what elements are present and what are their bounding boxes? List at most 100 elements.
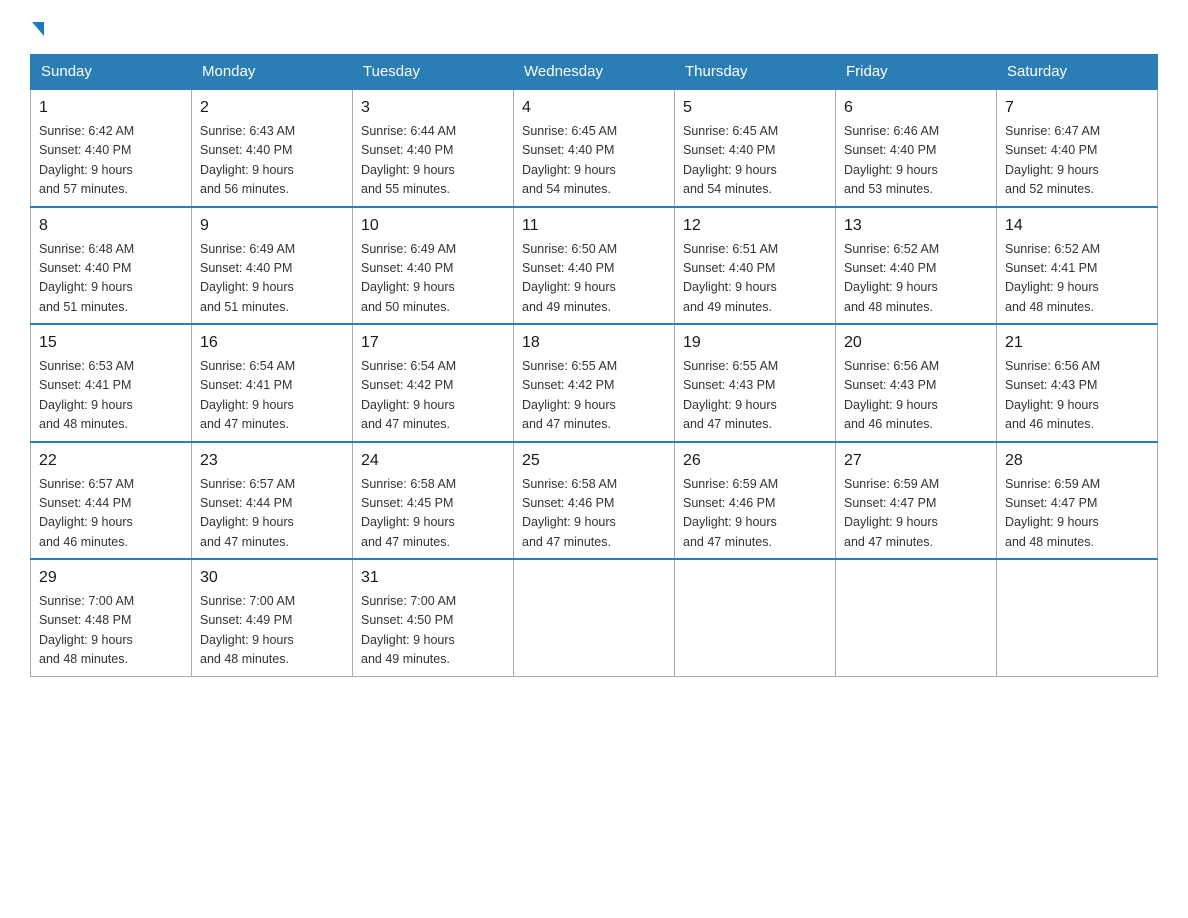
day-number: 16 <box>200 331 344 355</box>
day-info: Sunrise: 6:45 AMSunset: 4:40 PMDaylight:… <box>683 122 827 200</box>
calendar-empty-cell <box>836 559 997 676</box>
day-info: Sunrise: 6:54 AMSunset: 4:42 PMDaylight:… <box>361 357 505 435</box>
page-header <box>30 20 1158 34</box>
day-info: Sunrise: 6:51 AMSunset: 4:40 PMDaylight:… <box>683 240 827 318</box>
day-number: 30 <box>200 566 344 590</box>
day-info: Sunrise: 6:48 AMSunset: 4:40 PMDaylight:… <box>39 240 183 318</box>
day-info: Sunrise: 6:52 AMSunset: 4:41 PMDaylight:… <box>1005 240 1149 318</box>
calendar-week-4: 22Sunrise: 6:57 AMSunset: 4:44 PMDayligh… <box>31 442 1158 560</box>
day-number: 12 <box>683 214 827 238</box>
day-info: Sunrise: 6:59 AMSunset: 4:46 PMDaylight:… <box>683 475 827 553</box>
calendar-day-11: 11Sunrise: 6:50 AMSunset: 4:40 PMDayligh… <box>514 207 675 325</box>
day-info: Sunrise: 6:42 AMSunset: 4:40 PMDaylight:… <box>39 122 183 200</box>
day-number: 26 <box>683 449 827 473</box>
day-number: 3 <box>361 96 505 120</box>
day-info: Sunrise: 6:57 AMSunset: 4:44 PMDaylight:… <box>200 475 344 553</box>
day-info: Sunrise: 6:56 AMSunset: 4:43 PMDaylight:… <box>1005 357 1149 435</box>
calendar-table: SundayMondayTuesdayWednesdayThursdayFrid… <box>30 54 1158 677</box>
day-number: 14 <box>1005 214 1149 238</box>
day-number: 1 <box>39 96 183 120</box>
calendar-week-3: 15Sunrise: 6:53 AMSunset: 4:41 PMDayligh… <box>31 324 1158 442</box>
day-number: 31 <box>361 566 505 590</box>
calendar-day-2: 2Sunrise: 6:43 AMSunset: 4:40 PMDaylight… <box>192 89 353 207</box>
day-info: Sunrise: 6:50 AMSunset: 4:40 PMDaylight:… <box>522 240 666 318</box>
day-number: 5 <box>683 96 827 120</box>
calendar-day-5: 5Sunrise: 6:45 AMSunset: 4:40 PMDaylight… <box>675 89 836 207</box>
calendar-day-23: 23Sunrise: 6:57 AMSunset: 4:44 PMDayligh… <box>192 442 353 560</box>
calendar-header-friday: Friday <box>836 55 997 90</box>
calendar-day-18: 18Sunrise: 6:55 AMSunset: 4:42 PMDayligh… <box>514 324 675 442</box>
day-number: 4 <box>522 96 666 120</box>
calendar-day-17: 17Sunrise: 6:54 AMSunset: 4:42 PMDayligh… <box>353 324 514 442</box>
day-number: 22 <box>39 449 183 473</box>
day-info: Sunrise: 6:45 AMSunset: 4:40 PMDaylight:… <box>522 122 666 200</box>
calendar-empty-cell <box>997 559 1158 676</box>
calendar-header-wednesday: Wednesday <box>514 55 675 90</box>
day-number: 10 <box>361 214 505 238</box>
calendar-day-19: 19Sunrise: 6:55 AMSunset: 4:43 PMDayligh… <box>675 324 836 442</box>
calendar-day-29: 29Sunrise: 7:00 AMSunset: 4:48 PMDayligh… <box>31 559 192 676</box>
day-info: Sunrise: 6:52 AMSunset: 4:40 PMDaylight:… <box>844 240 988 318</box>
day-number: 29 <box>39 566 183 590</box>
day-number: 8 <box>39 214 183 238</box>
calendar-day-31: 31Sunrise: 7:00 AMSunset: 4:50 PMDayligh… <box>353 559 514 676</box>
day-info: Sunrise: 6:43 AMSunset: 4:40 PMDaylight:… <box>200 122 344 200</box>
day-number: 18 <box>522 331 666 355</box>
calendar-day-22: 22Sunrise: 6:57 AMSunset: 4:44 PMDayligh… <box>31 442 192 560</box>
day-number: 27 <box>844 449 988 473</box>
calendar-day-14: 14Sunrise: 6:52 AMSunset: 4:41 PMDayligh… <box>997 207 1158 325</box>
day-info: Sunrise: 6:55 AMSunset: 4:43 PMDaylight:… <box>683 357 827 435</box>
day-info: Sunrise: 6:54 AMSunset: 4:41 PMDaylight:… <box>200 357 344 435</box>
day-number: 19 <box>683 331 827 355</box>
day-number: 20 <box>844 331 988 355</box>
calendar-day-24: 24Sunrise: 6:58 AMSunset: 4:45 PMDayligh… <box>353 442 514 560</box>
logo <box>30 20 44 34</box>
calendar-day-28: 28Sunrise: 6:59 AMSunset: 4:47 PMDayligh… <box>997 442 1158 560</box>
day-number: 2 <box>200 96 344 120</box>
day-info: Sunrise: 6:57 AMSunset: 4:44 PMDaylight:… <box>39 475 183 553</box>
calendar-day-12: 12Sunrise: 6:51 AMSunset: 4:40 PMDayligh… <box>675 207 836 325</box>
calendar-day-16: 16Sunrise: 6:54 AMSunset: 4:41 PMDayligh… <box>192 324 353 442</box>
day-info: Sunrise: 6:55 AMSunset: 4:42 PMDaylight:… <box>522 357 666 435</box>
day-info: Sunrise: 6:49 AMSunset: 4:40 PMDaylight:… <box>361 240 505 318</box>
day-info: Sunrise: 7:00 AMSunset: 4:49 PMDaylight:… <box>200 592 344 670</box>
calendar-day-15: 15Sunrise: 6:53 AMSunset: 4:41 PMDayligh… <box>31 324 192 442</box>
calendar-day-25: 25Sunrise: 6:58 AMSunset: 4:46 PMDayligh… <box>514 442 675 560</box>
calendar-day-7: 7Sunrise: 6:47 AMSunset: 4:40 PMDaylight… <box>997 89 1158 207</box>
day-info: Sunrise: 6:56 AMSunset: 4:43 PMDaylight:… <box>844 357 988 435</box>
day-info: Sunrise: 6:49 AMSunset: 4:40 PMDaylight:… <box>200 240 344 318</box>
calendar-day-20: 20Sunrise: 6:56 AMSunset: 4:43 PMDayligh… <box>836 324 997 442</box>
day-number: 25 <box>522 449 666 473</box>
day-number: 15 <box>39 331 183 355</box>
calendar-day-26: 26Sunrise: 6:59 AMSunset: 4:46 PMDayligh… <box>675 442 836 560</box>
calendar-header-monday: Monday <box>192 55 353 90</box>
day-number: 11 <box>522 214 666 238</box>
day-number: 24 <box>361 449 505 473</box>
day-info: Sunrise: 6:58 AMSunset: 4:46 PMDaylight:… <box>522 475 666 553</box>
calendar-week-1: 1Sunrise: 6:42 AMSunset: 4:40 PMDaylight… <box>31 89 1158 207</box>
calendar-header-tuesday: Tuesday <box>353 55 514 90</box>
day-number: 23 <box>200 449 344 473</box>
calendar-week-5: 29Sunrise: 7:00 AMSunset: 4:48 PMDayligh… <box>31 559 1158 676</box>
day-info: Sunrise: 6:58 AMSunset: 4:45 PMDaylight:… <box>361 475 505 553</box>
day-number: 7 <box>1005 96 1149 120</box>
calendar-day-6: 6Sunrise: 6:46 AMSunset: 4:40 PMDaylight… <box>836 89 997 207</box>
calendar-day-21: 21Sunrise: 6:56 AMSunset: 4:43 PMDayligh… <box>997 324 1158 442</box>
logo-arrow-icon <box>32 22 44 36</box>
calendar-header-saturday: Saturday <box>997 55 1158 90</box>
calendar-day-1: 1Sunrise: 6:42 AMSunset: 4:40 PMDaylight… <box>31 89 192 207</box>
day-info: Sunrise: 7:00 AMSunset: 4:50 PMDaylight:… <box>361 592 505 670</box>
calendar-empty-cell <box>675 559 836 676</box>
calendar-day-8: 8Sunrise: 6:48 AMSunset: 4:40 PMDaylight… <box>31 207 192 325</box>
day-number: 17 <box>361 331 505 355</box>
calendar-day-27: 27Sunrise: 6:59 AMSunset: 4:47 PMDayligh… <box>836 442 997 560</box>
day-number: 13 <box>844 214 988 238</box>
day-info: Sunrise: 6:53 AMSunset: 4:41 PMDaylight:… <box>39 357 183 435</box>
calendar-week-2: 8Sunrise: 6:48 AMSunset: 4:40 PMDaylight… <box>31 207 1158 325</box>
calendar-header-sunday: Sunday <box>31 55 192 90</box>
calendar-day-3: 3Sunrise: 6:44 AMSunset: 4:40 PMDaylight… <box>353 89 514 207</box>
day-info: Sunrise: 6:47 AMSunset: 4:40 PMDaylight:… <box>1005 122 1149 200</box>
calendar-day-30: 30Sunrise: 7:00 AMSunset: 4:49 PMDayligh… <box>192 559 353 676</box>
day-info: Sunrise: 6:46 AMSunset: 4:40 PMDaylight:… <box>844 122 988 200</box>
calendar-header-thursday: Thursday <box>675 55 836 90</box>
